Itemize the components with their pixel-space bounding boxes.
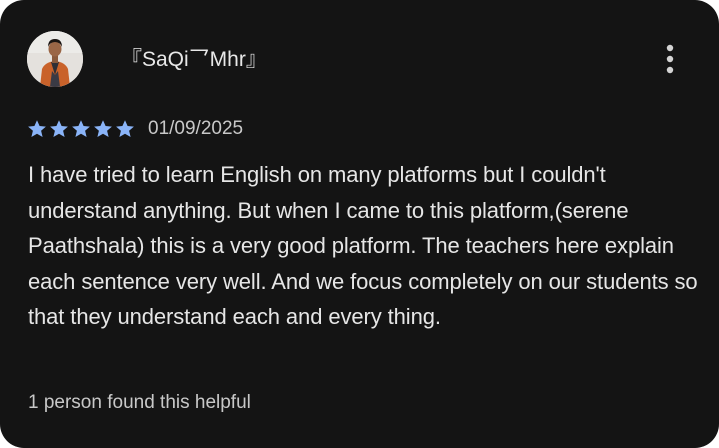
- avatar-photo-icon: [27, 31, 83, 87]
- star-rating: [27, 119, 135, 139]
- rating-row: 01/09/2025: [27, 116, 243, 142]
- review-date: 01/09/2025: [148, 118, 244, 139]
- more-options-button[interactable]: [652, 39, 688, 79]
- review-card: 『SaQi乛Mhr』 01/09/2025 I have tried to le…: [0, 0, 719, 448]
- more-vert-icon: [666, 44, 674, 74]
- star-icon: [28, 120, 46, 137]
- review-text: I have tried to learn English on many pl…: [28, 162, 698, 329]
- star-icon: [116, 120, 134, 137]
- reviewer-avatar: [27, 31, 83, 87]
- star-icon: [50, 120, 68, 137]
- helpful-count: 1 person found this helpful: [28, 392, 251, 413]
- star-icon: [72, 120, 90, 137]
- star-icon: [94, 120, 112, 137]
- reviewer-name: 『SaQi乛Mhr』: [121, 48, 267, 71]
